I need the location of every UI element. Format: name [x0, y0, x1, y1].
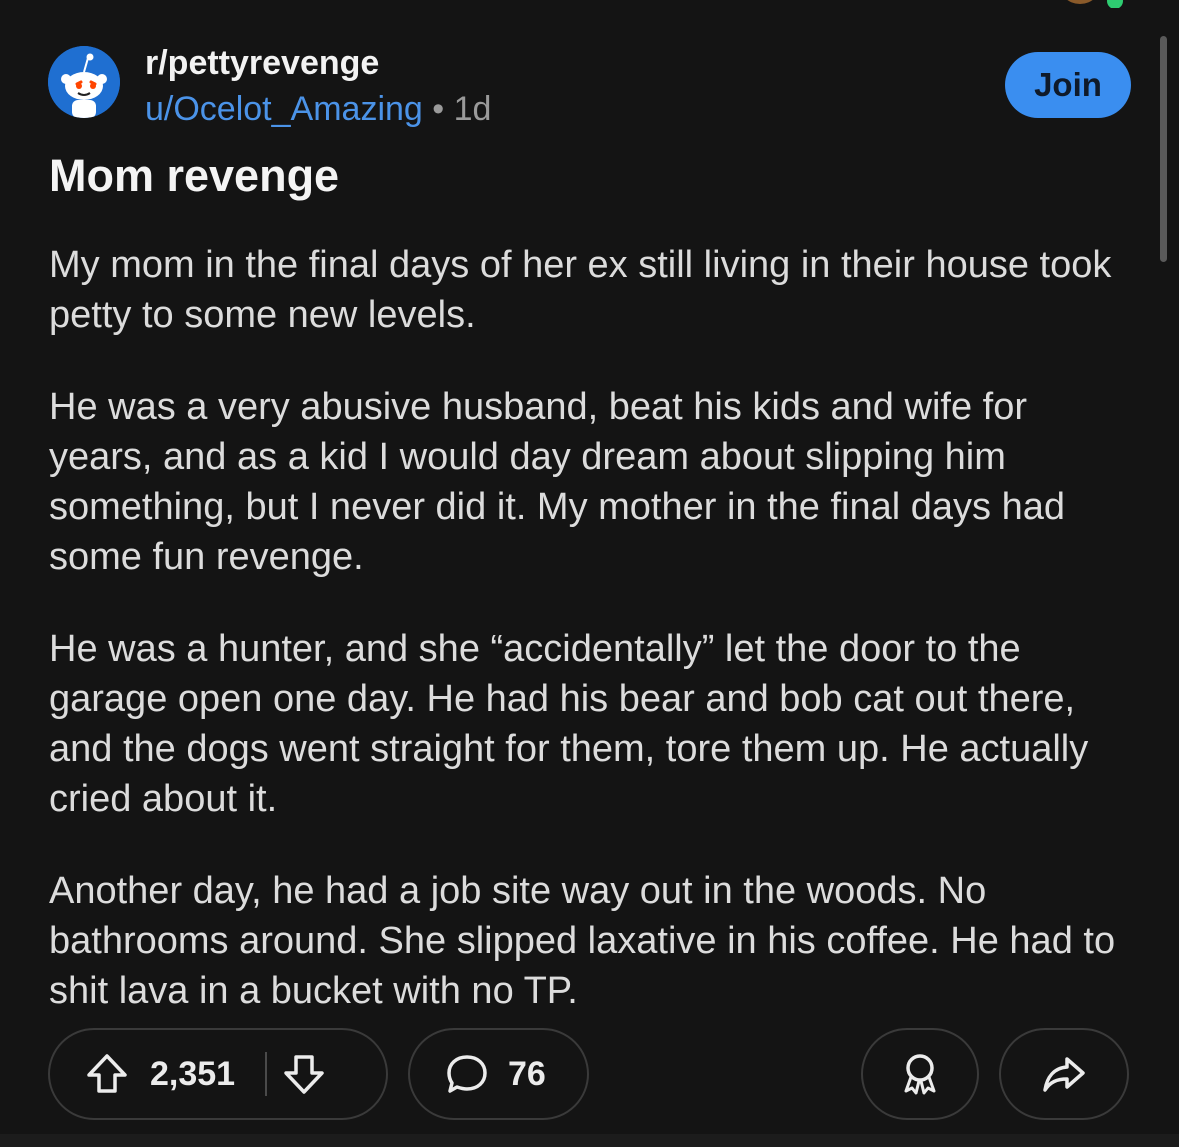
share-button[interactable] [999, 1028, 1129, 1120]
online-status-dot [1104, 0, 1126, 8]
scrollbar[interactable] [1160, 36, 1167, 262]
post-body: My mom in the final days of her ex still… [49, 240, 1134, 1058]
vote-control: 2,351 [48, 1028, 388, 1120]
post-age: 1d [453, 90, 492, 128]
user-avatar[interactable] [1058, 0, 1102, 4]
arrow-down-icon[interactable] [281, 1051, 327, 1097]
comment-button[interactable]: 76 [408, 1028, 589, 1120]
post-meta: u/Ocelot_Amazing • 1d [145, 90, 491, 129]
bottom-divider [0, 1134, 1179, 1147]
reddit-snoo-icon[interactable] [48, 46, 120, 118]
author-username[interactable]: u/Ocelot_Amazing [145, 90, 423, 128]
subreddit-name[interactable]: r/pettyrevenge [145, 44, 379, 83]
body-paragraph: Another day, he had a job site way out i… [49, 870, 1116, 1012]
body-paragraph: He was a hunter, and she “accidentally” … [49, 628, 1089, 820]
comment-count: 76 [508, 1054, 546, 1093]
post-title: Mom revenge [49, 150, 340, 201]
post-action-bar: 2,351 76 [48, 1028, 1133, 1124]
award-button[interactable] [861, 1028, 979, 1120]
body-paragraph: He was a very abusive husband, beat his … [49, 386, 1065, 578]
body-paragraph: My mom in the final days of her ex still… [49, 244, 1112, 336]
arrow-up-icon[interactable] [84, 1051, 130, 1097]
upvote-count: 2,351 [150, 1054, 236, 1093]
speech-bubble-icon [444, 1051, 490, 1097]
meta-separator: • [432, 90, 445, 128]
share-arrow-icon [1041, 1051, 1087, 1097]
join-button[interactable]: Join [1005, 52, 1131, 118]
vote-divider [265, 1052, 268, 1096]
post-header: r/pettyrevenge u/Ocelot_Amazing • 1d Joi… [48, 44, 1138, 134]
user-avatar-corner[interactable] [1050, 0, 1130, 8]
award-ribbon-icon [897, 1051, 943, 1097]
